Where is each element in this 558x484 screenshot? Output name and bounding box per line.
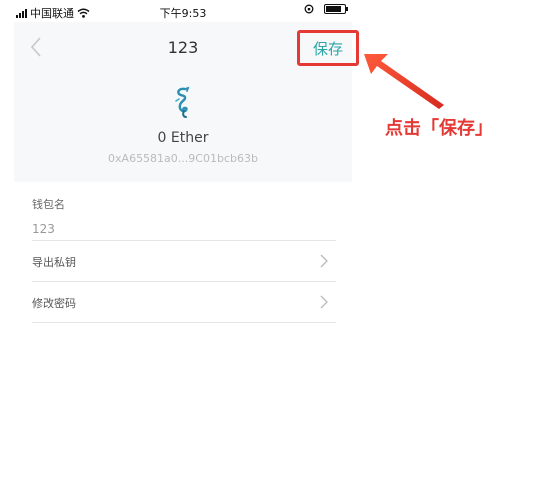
change-password-row[interactable]: 修改密码	[32, 281, 336, 322]
export-private-key-row[interactable]: 导出私钥	[32, 240, 336, 281]
chevron-right-icon	[320, 295, 328, 309]
orientation-lock-icon	[304, 4, 314, 14]
wallet-balance: 0 Ether	[157, 130, 209, 146]
wallet-name-label: 钱包名	[32, 198, 65, 211]
battery-fill	[326, 6, 341, 12]
status-bar: 中国联通 下午9:53	[14, 0, 352, 22]
phone-screen: 中国联通 下午9:53 123 保存 0 Ether 0xA65581a0...…	[14, 0, 359, 484]
wallet-address: 0xA65581a0...9C01bcb63b	[108, 152, 258, 165]
annotation-callout: 点击「保存」	[385, 118, 493, 139]
seahorse-logo-icon	[175, 86, 190, 118]
wallet-header-card: 123 保存 0 Ether 0xA65581a0...9C01bcb63b	[14, 22, 359, 182]
save-button[interactable]: 保存	[297, 30, 359, 66]
export-private-key-label: 导出私钥	[32, 256, 76, 269]
chevron-right-icon	[320, 254, 328, 268]
status-right	[304, 4, 348, 14]
list-bottom-divider	[32, 322, 336, 323]
wallet-name-value[interactable]: 123	[32, 222, 336, 236]
battery-icon	[324, 4, 348, 14]
status-time: 下午9:53	[159, 7, 207, 20]
annotation-arrow-icon	[364, 54, 444, 109]
change-password-label: 修改密码	[32, 297, 76, 310]
wallet-name-field[interactable]: 钱包名 123	[32, 196, 336, 236]
